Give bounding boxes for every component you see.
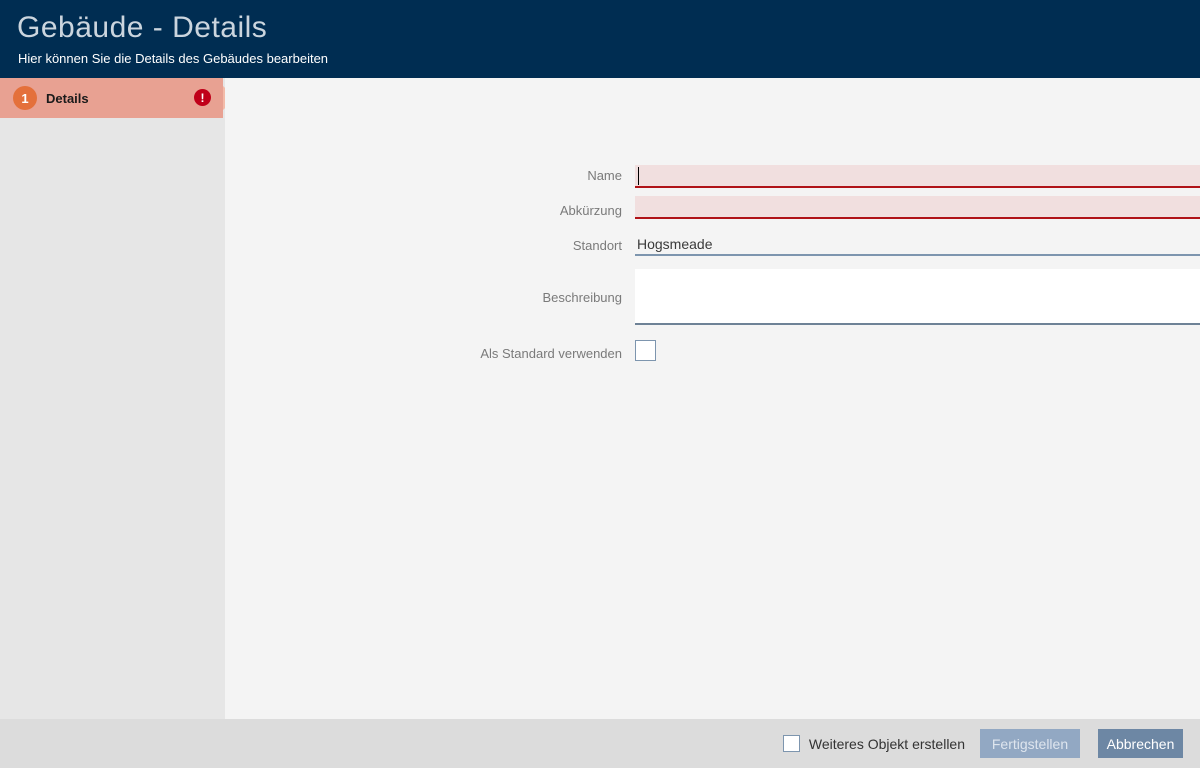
description-label: Beschreibung [452, 290, 622, 305]
step-label: Details [46, 78, 89, 118]
create-another-checkbox[interactable] [783, 735, 800, 752]
header: Gebäude - Details Hier können Sie die De… [0, 0, 1200, 78]
finish-button[interactable]: Fertigstellen [980, 729, 1080, 758]
sidebar-step-details[interactable]: 1 Details ! [0, 78, 223, 118]
wizard-window: Gebäude - Details Hier können Sie die De… [0, 0, 1200, 768]
location-label: Standort [452, 238, 622, 253]
name-input[interactable] [635, 165, 1200, 188]
use-as-default-label: Als Standard verwenden [452, 346, 622, 361]
footer-bar: Weiteres Objekt erstellen Fertigstellen … [0, 719, 1200, 768]
cancel-button[interactable]: Abbrechen [1098, 729, 1183, 758]
use-as-default-checkbox[interactable] [635, 340, 656, 361]
location-selected-value: Hogsmeade [637, 236, 713, 252]
error-icon: ! [194, 89, 211, 106]
page-subtitle: Hier können Sie die Details des Gebäudes… [18, 51, 328, 66]
text-cursor [638, 167, 639, 185]
details-form: Name Abkürzung Standort Hogsmeade Beschr… [225, 78, 1200, 719]
wizard-sidebar: 1 Details ! [0, 78, 225, 719]
page-title: Gebäude - Details [17, 11, 267, 45]
abbreviation-input[interactable] [635, 196, 1200, 219]
create-another-label: Weiteres Objekt erstellen [809, 736, 965, 752]
name-label: Name [452, 168, 622, 183]
step-number-badge: 1 [13, 86, 37, 110]
description-textarea[interactable] [635, 269, 1200, 325]
location-dropdown[interactable]: Hogsmeade [635, 234, 1200, 256]
abbreviation-label: Abkürzung [452, 203, 622, 218]
